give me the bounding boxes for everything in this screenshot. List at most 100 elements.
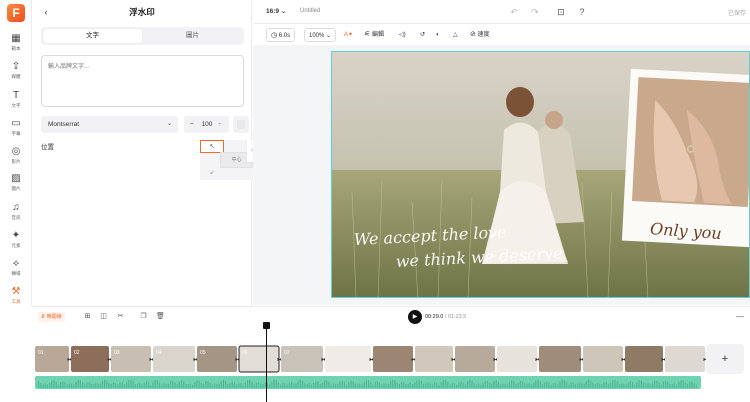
waveform-bar <box>231 381 233 388</box>
timeline-clip[interactable] <box>325 346 371 372</box>
increase-size-button[interactable]: + <box>218 116 222 133</box>
audio-track[interactable] <box>35 376 701 389</box>
volume-icon[interactable]: ◁) <box>399 28 406 42</box>
sidebar-item-template[interactable]: ▦ 範本 <box>0 33 32 59</box>
timeline-clip[interactable] <box>539 346 581 372</box>
waveform-bar <box>271 381 273 388</box>
sidebar-item-image[interactable]: ▨ 圖片 <box>0 173 32 199</box>
undo-icon[interactable]: ↶ <box>508 6 520 18</box>
elements-icon: ✦ <box>11 230 21 241</box>
timeline-mode-button[interactable]: ⇵ 時間線 <box>38 312 65 322</box>
ai-icon[interactable]: A✦ <box>344 28 353 42</box>
play-button[interactable]: ▶ <box>408 310 422 324</box>
help-icon[interactable]: ? <box>576 6 588 18</box>
sidebar-item-video[interactable]: ◎ 影片 <box>0 146 32 172</box>
scissors-icon[interactable]: ✂ <box>115 311 126 322</box>
waveform-bar <box>46 384 48 388</box>
font-size-stepper[interactable]: − 100 + <box>184 116 229 133</box>
font-family-value: Montserrat <box>48 121 80 128</box>
waveform-bar <box>247 380 249 388</box>
sidebar-item-tools[interactable]: ⚒ 工具 <box>0 286 32 312</box>
waveform-bar <box>82 382 84 388</box>
timeline-clip[interactable] <box>625 346 663 372</box>
waveform-bar <box>192 384 194 388</box>
decrease-size-button[interactable]: − <box>190 116 194 133</box>
timeline-clip[interactable] <box>665 346 705 372</box>
timeline-clip[interactable] <box>497 346 537 372</box>
waveform-bar <box>42 384 44 388</box>
adjust-icon[interactable]: ◐ <box>436 28 440 42</box>
sidebar-item-text[interactable]: T 文字 <box>0 90 32 116</box>
waveform-bar <box>489 383 491 388</box>
waveform-bar <box>561 379 563 388</box>
clip-number: 01 <box>38 350 44 356</box>
sidebar-item-transition[interactable]: ⟡ 轉場 <box>0 258 32 284</box>
project-title[interactable]: Untitled <box>300 8 320 14</box>
waveform-bar <box>251 381 253 388</box>
waveform-bar <box>352 381 354 388</box>
waveform-bar <box>407 383 409 388</box>
split-icon[interactable]: ◫ <box>98 311 109 322</box>
timeline-clip[interactable] <box>583 346 623 372</box>
waveform-bar <box>119 382 121 388</box>
add-clip-button[interactable]: + <box>706 344 744 374</box>
clip-number: 05 <box>200 350 206 356</box>
waveform-bar <box>269 384 271 388</box>
waveform-bar <box>187 383 189 388</box>
waveform-bar <box>236 384 238 388</box>
waveform-bar <box>174 382 176 388</box>
video-editor-app: F ▦ 範本 ⇪ 媒體 T 文字 ▭ 字幕 ◎ 影片 ▨ 圖片 ♫ 音訊 ✦ 元素 ⟡ 轉場 ⚒ 工具 ‹ 浮水印 文… <box>0 0 750 402</box>
waveform-bar <box>319 384 321 388</box>
minimize-timeline-icon[interactable]: — <box>736 312 744 321</box>
edit-button[interactable]: ⚟ 編輯 <box>364 28 384 42</box>
speed-button[interactable]: ⊘ 速度 <box>470 28 490 42</box>
add-media-icon[interactable]: ⊞ <box>82 311 93 322</box>
waveform-bar <box>321 382 323 388</box>
rotate-icon[interactable]: ↺ <box>420 28 425 42</box>
duration-button[interactable]: ◷ 6.0s <box>266 28 296 42</box>
screenshot-icon[interactable]: ⊡ <box>555 6 567 18</box>
sidebar-item-label: 元素 <box>11 243 21 248</box>
timeline-clip[interactable] <box>455 346 495 372</box>
sidebar-item-subtitle[interactable]: ▭ 字幕 <box>0 118 32 144</box>
font-family-select[interactable]: Montserrat ⌄ <box>41 116 178 133</box>
waveform-bar <box>218 383 220 388</box>
sidebar-item-elements[interactable]: ✦ 元素 <box>0 230 32 256</box>
waveform-bar <box>651 383 653 388</box>
waveform-bar <box>216 384 218 388</box>
zoom-select[interactable]: 100% ⌄ <box>304 28 337 42</box>
duplicate-icon[interactable]: ❐ <box>138 311 149 322</box>
aspect-ratio-select[interactable]: 16:9 ⌄ <box>266 7 286 15</box>
tab-text[interactable]: 文字 <box>43 29 142 43</box>
sidebar-item-music[interactable]: ♫ 音訊 <box>0 202 32 228</box>
waveform-bar <box>462 382 464 388</box>
waveform-bar <box>603 382 605 388</box>
total-time: / 01:23.5 <box>444 314 467 320</box>
flip-icon[interactable]: △ <box>453 28 458 42</box>
waveform-bar <box>211 384 213 388</box>
waveform-bar <box>84 384 86 388</box>
tab-image[interactable]: 圖片 <box>143 29 242 43</box>
waveform-bar <box>244 382 246 388</box>
waveform-bar <box>480 384 482 388</box>
playhead-handle[interactable] <box>263 322 270 329</box>
waveform-bar <box>673 383 675 388</box>
playhead[interactable] <box>266 324 267 402</box>
delete-icon[interactable]: 🗑 <box>155 311 166 322</box>
redo-icon[interactable]: ↷ <box>529 6 541 18</box>
sidebar-item-label: 音訊 <box>11 215 21 220</box>
waveform-bar <box>161 384 163 388</box>
position-bottom-left[interactable]: ↙ <box>200 167 224 180</box>
timeline-clip[interactable] <box>415 346 453 372</box>
sidebar-item-upload[interactable]: ⇪ 媒體 <box>0 61 32 87</box>
waveform-bar <box>627 382 629 388</box>
timeline-clip[interactable] <box>373 346 413 372</box>
waveform-bar <box>447 381 449 388</box>
waveform-bar <box>240 383 242 388</box>
video-preview[interactable]: Only you We accept the love we think we … <box>331 51 750 298</box>
waveform-bar <box>152 381 154 388</box>
watermark-text-input[interactable] <box>41 55 244 107</box>
text-color-button[interactable] <box>233 116 249 133</box>
waveform-bar <box>537 379 539 388</box>
panel-title: 浮水印 <box>129 7 155 17</box>
